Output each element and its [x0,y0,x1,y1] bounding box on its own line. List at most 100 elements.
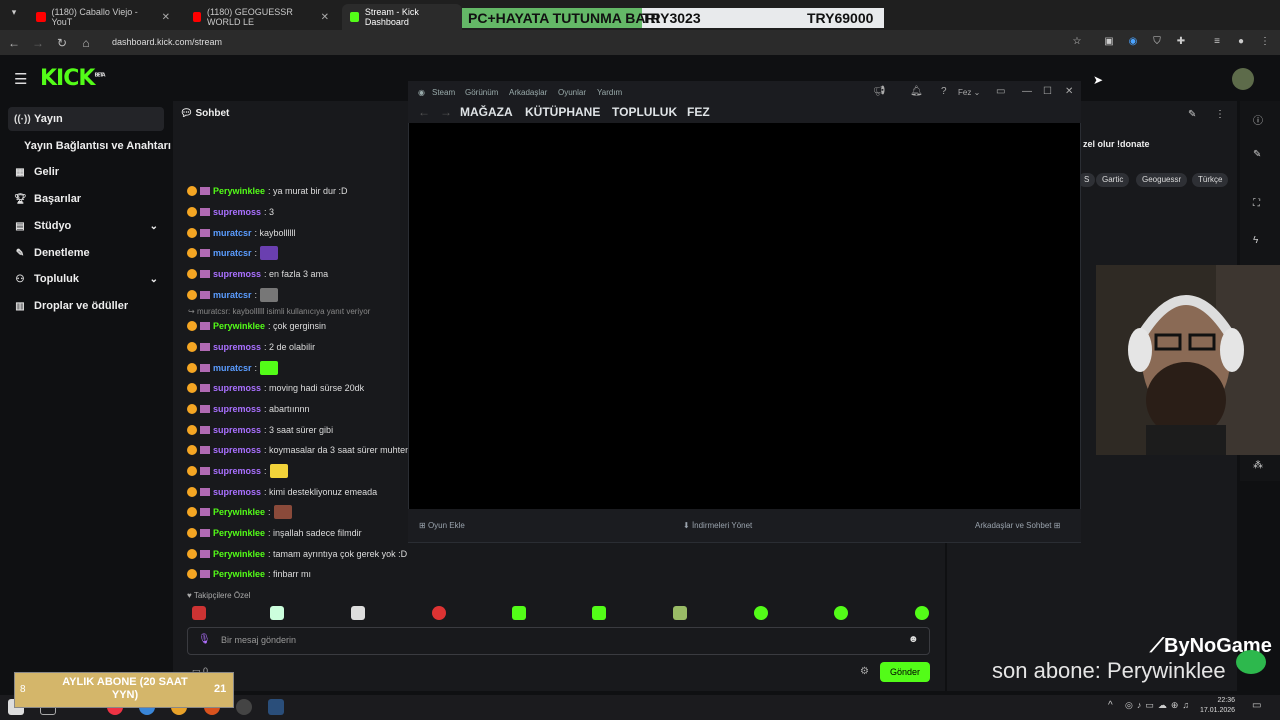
sidebar-item-studyo[interactable]: ▤ Stüdyo ⌄ [8,214,164,238]
reload-icon[interactable]: ↻ [54,35,70,51]
chat-username[interactable]: Perywinklee [213,321,265,331]
tray-icons[interactable]: ◎♪▭☁⊕♫ [1125,700,1193,711]
chat-username[interactable]: Perywinklee [213,507,265,517]
emote-picker-item[interactable] [270,606,284,620]
extensions-puzzle-icon[interactable]: ✚ [1174,35,1188,49]
sidebar-item-yayin[interactable]: ((·)) Yayın [8,107,164,131]
chat-settings-gear-icon[interactable]: ⚙ [860,666,869,677]
info-icon[interactable]: ⓘ [1253,112,1263,127]
sidebar-item-droplar[interactable]: ▥ Droplar ve ödüller [8,294,164,318]
friends-chat-button[interactable]: Arkadaşlar ve Sohbet ⊞ [975,521,1060,530]
lightning-icon[interactable]: ϟ [1253,235,1258,246]
manage-downloads-button[interactable]: ⬇ İndirmeleri Yönet [683,521,752,530]
chat-username[interactable]: supremoss [213,383,261,393]
maximize-icon[interactable]: ☐ [1043,86,1052,97]
stream-tag[interactable]: Geoguessr [1136,173,1188,187]
chat-message-input[interactable] [187,627,930,655]
url-field[interactable]: dashboard.kick.com/stream [104,32,1084,52]
steam-menu-steam[interactable]: Steam [432,88,455,97]
steam-nav-profile[interactable]: FEZ [687,105,710,119]
chat-username[interactable]: Perywinklee [213,186,265,196]
extension-icon[interactable]: ◉ [1126,35,1140,49]
more-options-icon[interactable]: ⋮ [1215,109,1225,120]
back-icon[interactable]: ← [6,35,22,51]
chat-username[interactable]: supremoss [213,269,261,279]
extension-icon[interactable]: ▣ [1102,35,1116,49]
chat-username[interactable]: Perywinklee [213,528,265,538]
tab-search-icon[interactable]: ▾ [6,7,22,23]
emote-picker-item[interactable] [915,606,929,620]
notification-bell-icon[interactable]: 🔔︎ [910,86,923,97]
pencil-icon[interactable]: ✎ [1253,149,1261,160]
close-window-icon[interactable]: ✕ [1065,86,1073,97]
close-tab-icon[interactable]: ✕ [321,12,329,23]
chat-username[interactable]: supremoss [213,342,261,352]
chat-username[interactable]: Perywinklee [213,569,265,579]
steam-nav-library[interactable]: KÜTÜPHANE [525,105,600,119]
megaphone-icon[interactable]: 📢︎ [873,86,886,97]
sidebar-item-denetleme[interactable]: ✎ Denetleme [8,241,164,265]
profile-icon[interactable]: ● [1234,35,1248,49]
close-tab-icon[interactable]: ✕ [162,12,170,23]
obs-icon[interactable] [236,699,252,715]
home-icon[interactable]: ⌂ [78,35,94,51]
steam-menu-help[interactable]: Yardım [597,88,622,97]
sidebar-item-stream-key[interactable]: Yayın Bağlantısı ve Anahtarı [18,134,178,158]
notification-icon[interactable]: ▭ [1252,700,1261,711]
steam-menu-games[interactable]: Oyunlar [558,88,586,97]
chat-username[interactable]: Perywinklee [213,549,265,559]
chat-username[interactable]: supremoss [213,445,261,455]
shield-icon[interactable]: ⛉ [1150,35,1164,49]
kick-logo[interactable]: KICKBETA [40,66,106,91]
chat-username[interactable]: supremoss [213,466,261,476]
steam-menu-friends[interactable]: Arkadaşlar [509,88,547,97]
chat-username[interactable]: muratcsr [213,248,252,258]
minimize-icon[interactable]: — [1022,86,1032,97]
share-icon[interactable]: ⁂ [1253,460,1263,471]
steam-menu-view[interactable]: Görünüm [465,88,498,97]
send-button[interactable]: Gönder [880,662,930,682]
fullscreen-icon[interactable]: ⛶ [1253,198,1260,209]
emote-picker-item[interactable] [351,606,365,620]
steam-taskbar-icon[interactable] [268,699,284,715]
emoji-icon[interactable]: ☻ [908,634,919,645]
browser-tab-1[interactable]: (1180) Caballo Viejo - YouT ✕ [28,4,178,30]
add-game-button[interactable]: ⊞ Oyun Ekle [419,521,465,530]
taskbar-clock[interactable]: 22:36 17.01.2026 [1200,696,1235,716]
bookmark-star-icon[interactable]: ☆ [1070,35,1084,49]
hamburger-menu-icon[interactable]: ☰ [14,70,27,88]
stream-tag[interactable]: Gartic [1096,173,1130,187]
big-picture-icon[interactable]: ▭ [996,86,1005,97]
edit-pencil-icon[interactable]: ✎ [1188,109,1196,120]
emote-picker-item[interactable] [512,606,526,620]
emote-picker-item[interactable] [673,606,687,620]
emote-picker-item[interactable] [432,606,446,620]
emote-picker-item[interactable] [834,606,848,620]
chat-username[interactable]: supremoss [213,425,261,435]
emote-picker-item[interactable] [192,606,206,620]
sidebar-item-topluluk[interactable]: ⚇ Topluluk ⌄ [8,267,164,291]
menu-kebab-icon[interactable]: ⋮ [1258,35,1272,49]
emote-picker-item[interactable] [754,606,768,620]
stream-tag[interactable]: Türkçe [1192,173,1229,187]
emote-picker-item[interactable] [592,606,606,620]
steam-back-icon[interactable]: ← [418,105,430,119]
browser-tab-2[interactable]: (1180) GEOGUESSR WORLD LE ✕ [185,4,337,30]
steam-forward-icon[interactable]: → [440,105,452,119]
chat-username[interactable]: muratcsr [213,228,252,238]
help-icon[interactable]: ? [941,86,947,97]
sidebar-item-gelir[interactable]: ▦ Gelir [8,160,164,184]
tray-chevron-icon[interactable]: ^ [1108,700,1113,711]
sidebar-item-basarilar[interactable]: 🏆︎ Başarılar [8,187,164,211]
user-avatar[interactable] [1232,68,1254,90]
media-icon[interactable]: ≡ [1210,35,1224,49]
steam-nav-store[interactable]: MAĞAZA [460,105,513,119]
browser-tab-3[interactable]: Stream - Kick Dashboard [342,4,462,30]
forward-icon[interactable]: → [30,35,46,51]
microphone-icon[interactable]: 🎙︎ [198,634,211,645]
chat-username[interactable]: supremoss [213,207,261,217]
chat-username[interactable]: supremoss [213,487,261,497]
steam-nav-community[interactable]: TOPLULUK [612,105,677,119]
chat-username[interactable]: supremoss [213,404,261,414]
chat-username[interactable]: muratcsr [213,363,252,373]
